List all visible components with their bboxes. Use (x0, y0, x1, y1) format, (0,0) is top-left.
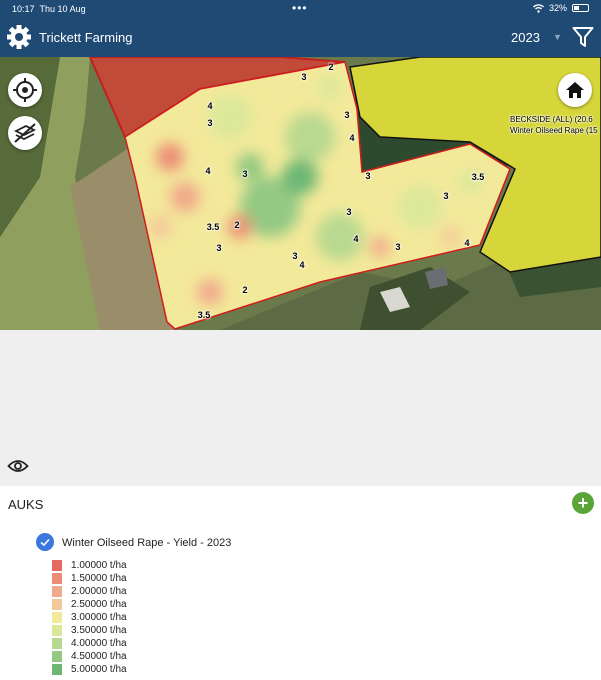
legend-row: 2.00000 t/ha (51, 585, 127, 598)
yield-label: 3 (443, 191, 449, 201)
legend-label: 1.50000 t/ha (71, 573, 127, 584)
add-button[interactable]: + (572, 492, 594, 514)
yield-label: 4 (353, 234, 359, 244)
layers-toggle-button[interactable] (8, 116, 42, 150)
crosshair-icon (13, 78, 37, 102)
layers-off-icon (13, 123, 37, 143)
app-title: Trickett Farming (39, 30, 133, 45)
legend-label: 1.00000 t/ha (71, 560, 127, 571)
legend-swatch (51, 624, 63, 637)
yield-label: 4 (464, 238, 470, 248)
field-crop-label: Winter Oilseed Rape (15 (510, 126, 598, 135)
legend-label: 3.00000 t/ha (71, 612, 127, 623)
layer-name: Winter Oilseed Rape - Yield - 2023 (62, 537, 232, 549)
multitask-dots[interactable]: ••• (292, 1, 308, 15)
yield-label: 3.5 (471, 172, 485, 182)
legend-label: 5.00000 t/ha (71, 664, 127, 675)
yield-label: 3.5 (197, 310, 211, 320)
yield-legend: 1.00000 t/ha 1.50000 t/ha 2.00000 t/ha 2.50… (51, 559, 127, 676)
legend-row: 5.00000 t/ha (51, 663, 127, 676)
yield-label: 4 (299, 260, 305, 270)
chevron-down-icon[interactable]: ▼ (553, 32, 562, 42)
status-right: 32% (532, 3, 589, 13)
farm-name: AUKS (8, 497, 44, 512)
gear-icon[interactable] (6, 24, 32, 50)
map-view[interactable]: 3 2 4 3 3 4 4 3 3 3.5 3 3.5 2 3 4 3 3 4 … (0, 57, 601, 330)
year-selector[interactable]: 2023 (511, 30, 540, 45)
layer-checkbox[interactable] (36, 533, 54, 551)
yield-label: 3.5 (206, 222, 220, 232)
home-button[interactable] (558, 73, 592, 107)
app-header: Trickett Farming 2023 ▼ (0, 18, 601, 57)
field-name-label: BECKSIDE (ALL) (20.6 (510, 115, 593, 124)
legend-swatch (51, 585, 63, 598)
filter-icon[interactable] (572, 26, 594, 48)
yield-label: 3 (242, 169, 248, 179)
yield-label: 3 (207, 118, 213, 128)
legend-row: 2.50000 t/ha (51, 598, 127, 611)
eye-icon[interactable] (7, 458, 29, 474)
legend-swatch (51, 572, 63, 585)
battery-percent: 32% (548, 3, 567, 13)
legend-swatch (51, 598, 63, 611)
legend-row: 1.00000 t/ha (51, 559, 127, 572)
legend-swatch (51, 611, 63, 624)
yield-label: 2 (242, 285, 248, 295)
yield-label: 4 (207, 101, 213, 111)
locate-button[interactable] (8, 73, 42, 107)
satellite-map[interactable] (0, 57, 601, 330)
wifi-icon (532, 3, 544, 13)
status-time-date: 10:17 Thu 10 Aug (12, 4, 86, 14)
legend-row: 3.50000 t/ha (51, 624, 127, 637)
yield-label: 3 (346, 207, 352, 217)
legend-row: 4.00000 t/ha (51, 637, 127, 650)
battery-icon (572, 4, 589, 12)
yield-label: 3 (344, 110, 350, 120)
legend-row: 3.00000 t/ha (51, 611, 127, 624)
legend-swatch (51, 559, 63, 572)
yield-label: 3 (301, 72, 307, 82)
legend-swatch (51, 637, 63, 650)
yield-label: 4 (349, 133, 355, 143)
legend-label: 3.50000 t/ha (71, 625, 127, 636)
yield-label: 4 (205, 166, 211, 176)
home-icon (566, 82, 584, 98)
layers-panel: AUKS + Winter Oilseed Rape - Yield - 202… (0, 486, 601, 680)
legend-label: 2.00000 t/ha (71, 586, 127, 597)
yield-label: 3 (216, 243, 222, 253)
legend-row: 1.50000 t/ha (51, 572, 127, 585)
legend-swatch (51, 663, 63, 676)
checkmark-icon (40, 538, 50, 547)
yield-label: 3 (292, 251, 298, 261)
legend-row: 4.50000 t/ha (51, 650, 127, 663)
yield-label: 3 (395, 242, 401, 252)
status-bar: 10:17 Thu 10 Aug ••• 32% (0, 0, 601, 18)
legend-label: 4.50000 t/ha (71, 651, 127, 662)
legend-label: 4.00000 t/ha (71, 638, 127, 649)
yield-label: 2 (328, 62, 334, 72)
legend-swatch (51, 650, 63, 663)
yield-label: 3 (365, 171, 371, 181)
yield-label: 2 (234, 220, 240, 230)
legend-label: 2.50000 t/ha (71, 599, 127, 610)
